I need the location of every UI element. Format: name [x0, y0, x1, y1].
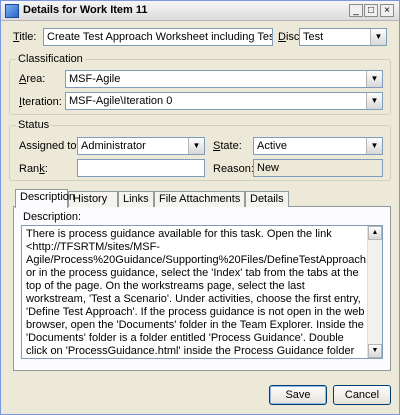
iteration-value: MSF-Agile\Iteration 0 [69, 95, 173, 107]
minimize-button[interactable]: _ [349, 4, 363, 17]
description-textarea[interactable]: There is process guidance available for … [21, 225, 383, 359]
work-item-details-window: Details for Work Item 11 _ □ × Title: Cr… [0, 0, 400, 415]
scroll-up-icon[interactable]: ▲ [368, 226, 382, 240]
assigned-to-dropdown[interactable]: Administrator ▼ [77, 137, 205, 155]
state-label: State: [213, 140, 242, 152]
status-legend: Status [16, 119, 52, 131]
scroll-down-icon[interactable]: ▼ [368, 344, 382, 358]
chevron-down-icon[interactable]: ▼ [370, 29, 386, 45]
tab-links[interactable]: Links [118, 191, 154, 207]
state-dropdown[interactable]: Active ▼ [253, 137, 383, 155]
area-label: Area: [19, 73, 46, 85]
state-value: Active [257, 140, 287, 152]
close-button[interactable]: × [380, 4, 394, 17]
chevron-down-icon[interactable]: ▼ [366, 93, 382, 109]
tab-details[interactable]: Details [245, 191, 289, 207]
work-item-app-icon [5, 4, 19, 18]
title-field[interactable]: Create Test Approach Worksheet including… [43, 28, 273, 46]
reason-label: Reason: [213, 163, 254, 175]
classification-legend: Classification [16, 53, 85, 65]
rank-label: Rank: [19, 163, 48, 175]
chevron-down-icon[interactable]: ▼ [366, 71, 382, 87]
tab-file-attachments[interactable]: File Attachments [154, 191, 245, 207]
save-button[interactable]: Save [269, 385, 327, 405]
discipline-value: Test [303, 31, 324, 43]
title-bar[interactable]: Details for Work Item 11 _ □ × [1, 1, 399, 21]
assigned-to-label: Assigned to: [19, 140, 80, 152]
assigned-to-value: Administrator [81, 140, 146, 152]
description-label: Description: [23, 211, 82, 223]
title-label: Title: [13, 31, 37, 43]
reason-field: New [253, 159, 383, 177]
tab-history[interactable]: History [68, 191, 118, 207]
iteration-dropdown[interactable]: MSF-Agile\Iteration 0 ▼ [65, 92, 383, 110]
window-title: Details for Work Item 11 [23, 4, 148, 16]
cancel-button[interactable]: Cancel [333, 385, 391, 405]
description-scrollbar[interactable]: ▲ ▼ [367, 226, 382, 358]
tab-description[interactable]: Description [15, 189, 75, 208]
area-dropdown[interactable]: MSF-Agile ▼ [65, 70, 383, 88]
iteration-label: Iteration: [19, 96, 62, 108]
description-text[interactable]: There is process guidance available for … [26, 228, 382, 358]
discipline-dropdown[interactable]: Test ▼ [299, 28, 387, 46]
area-value: MSF-Agile [69, 73, 121, 85]
rank-field[interactable] [77, 159, 205, 177]
chevron-down-icon[interactable]: ▼ [188, 138, 204, 154]
chevron-down-icon[interactable]: ▼ [366, 138, 382, 154]
maximize-button[interactable]: □ [364, 4, 378, 17]
